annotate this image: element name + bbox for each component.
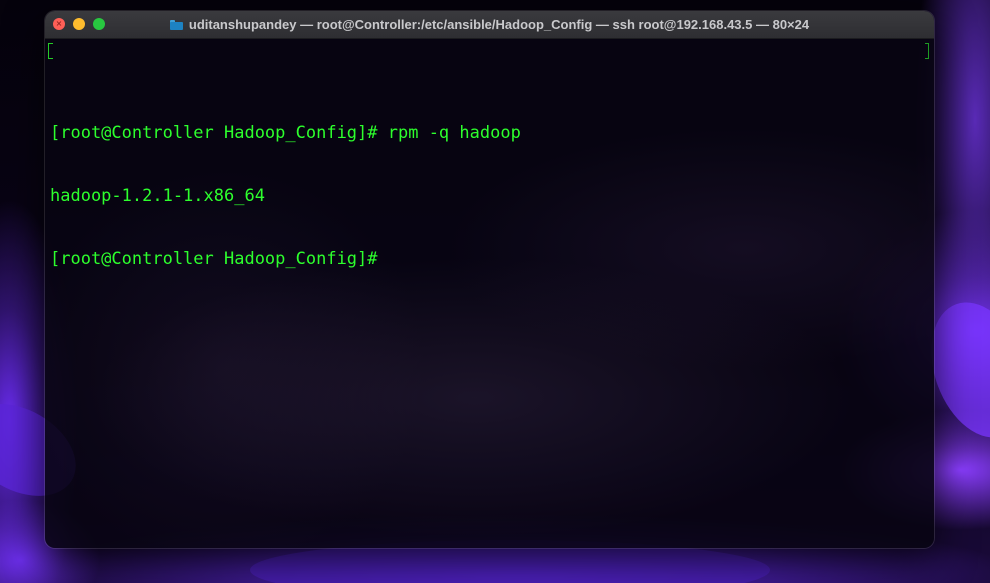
terminal-line: hadoop-1.2.1-1.x86_64 xyxy=(50,186,265,206)
window-titlebar[interactable]: × uditanshupandey — root@Controller:/etc… xyxy=(45,11,934,39)
terminal-line: [root@Controller Hadoop_Config]# xyxy=(50,249,378,269)
terminal-output[interactable]: [root@Controller Hadoop_Config]# rpm -q … xyxy=(48,39,929,544)
terminal-line: [root@Controller Hadoop_Config]# rpm -q … xyxy=(50,123,521,143)
mark-bracket-left xyxy=(48,43,53,59)
folder-icon xyxy=(169,19,183,30)
window-title: uditanshupandey — root@Controller:/etc/a… xyxy=(188,17,810,32)
window-title-group: uditanshupandey — root@Controller:/etc/a… xyxy=(45,11,934,38)
terminal-window[interactable]: × uditanshupandey — root@Controller:/etc… xyxy=(45,11,934,548)
mark-bracket-right xyxy=(925,43,929,59)
